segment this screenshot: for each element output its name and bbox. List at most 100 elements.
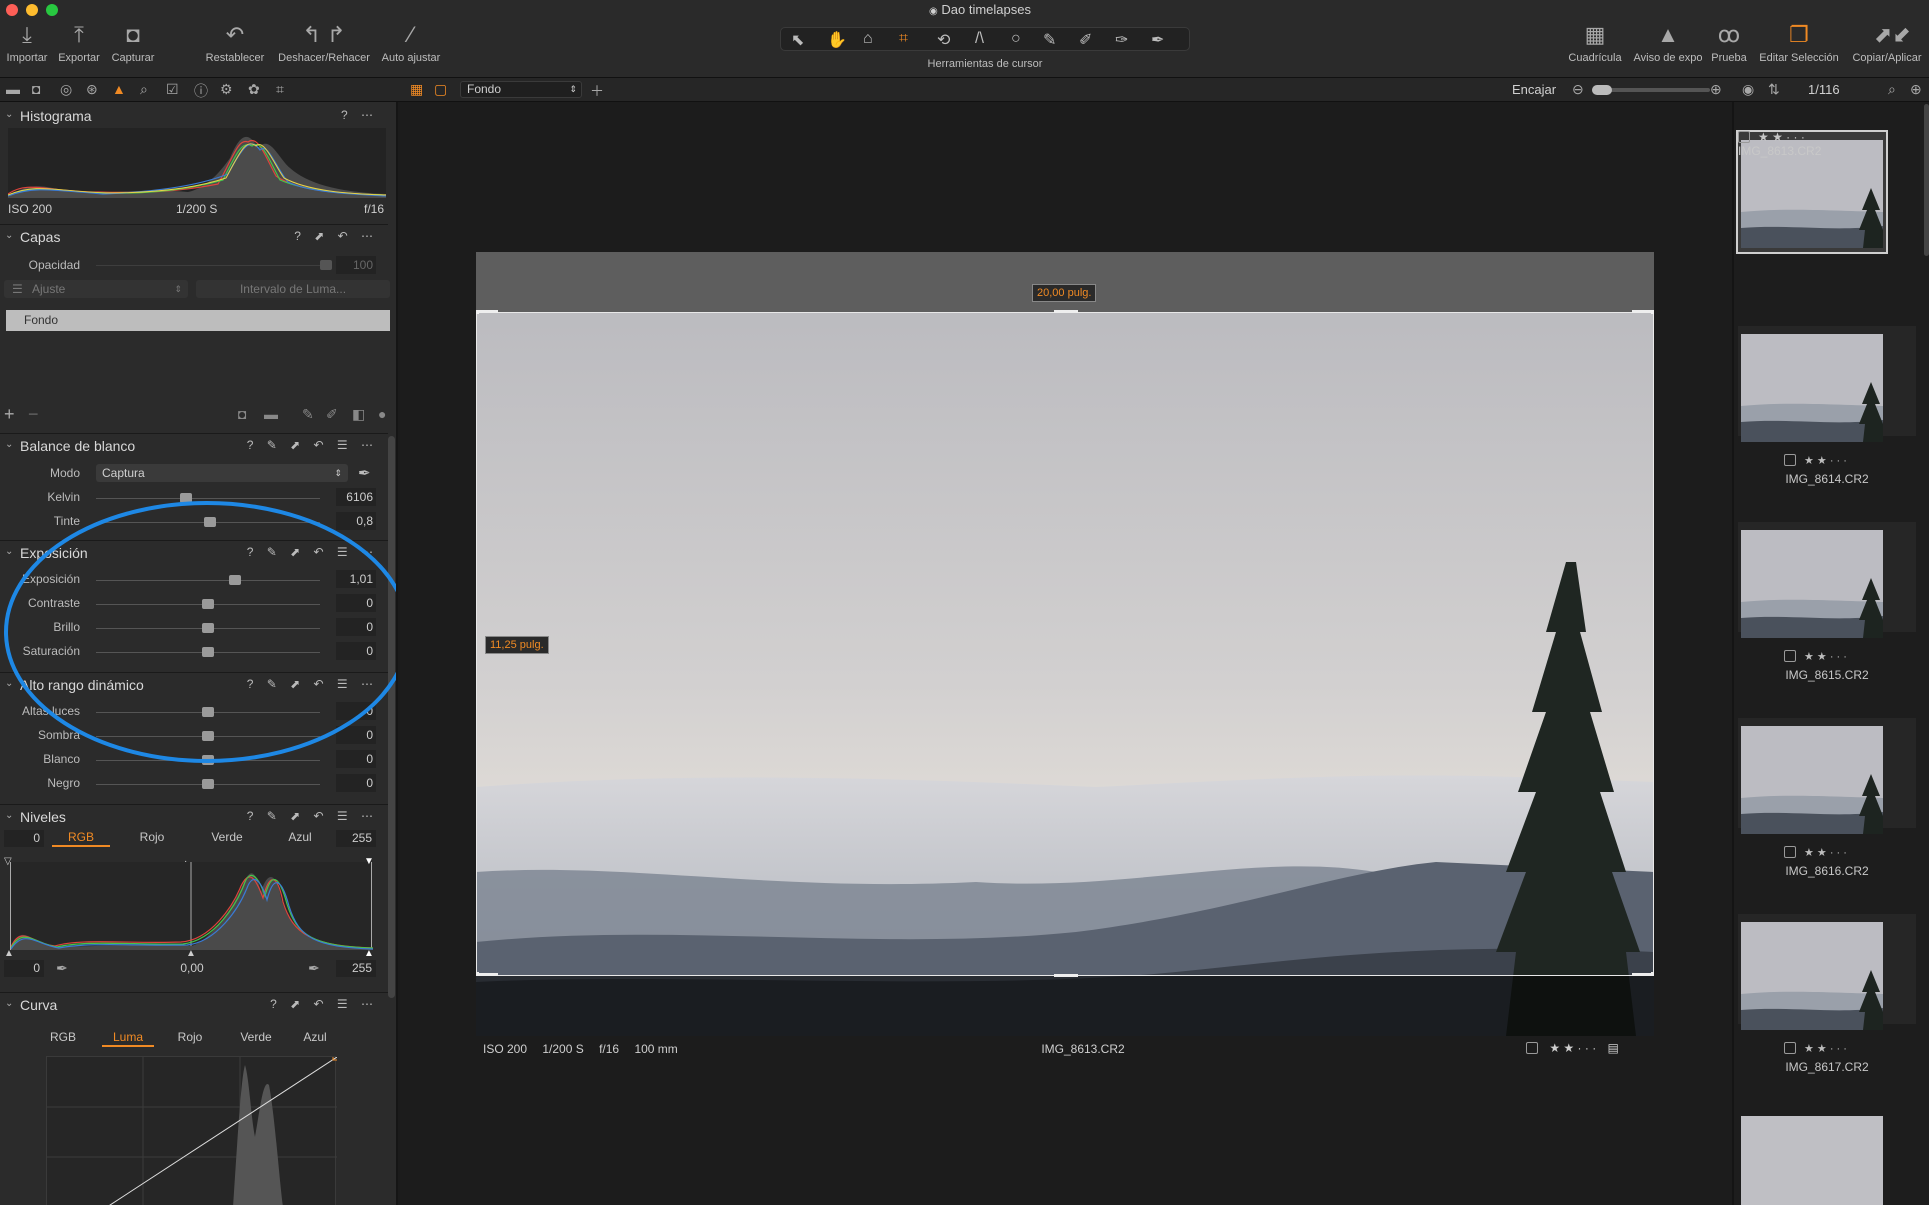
levels-midpoint[interactable]: 0,00 — [172, 960, 212, 977]
eraser-icon[interactable]: ✐ — [1079, 30, 1092, 50]
opacity-knob[interactable] — [320, 260, 332, 270]
thumbnail-rating[interactable]: ★ ★ · · · — [1784, 1042, 1847, 1055]
sort-icon[interactable]: ⇅ — [1768, 81, 1780, 98]
adjustments-tab-icon[interactable]: ☑ — [166, 81, 179, 98]
layer-gradient-icon[interactable]: ◧ — [352, 406, 365, 423]
levels-output-high[interactable]: 255 — [336, 960, 376, 977]
eye-icon[interactable]: ◉ — [1742, 81, 1754, 98]
levels-header[interactable]: ⌄ Niveles ? ✎ ⬈ ↶ ☰ ⋯ — [0, 804, 388, 828]
levels-input-low[interactable]: 0 — [4, 830, 44, 847]
gradient-icon[interactable]: ✑ — [1115, 30, 1128, 50]
thumbnail-item[interactable]: ★ ★ · · · IMG_8615.CR2 — [1738, 522, 1916, 682]
thumbnail-item[interactable]: ★ ★ · · · IMG_8616.CR2 — [1738, 718, 1916, 878]
add-layer-icon[interactable]: + — [4, 404, 15, 425]
levels-tab-rojo[interactable]: Rojo — [120, 830, 184, 844]
levels-out-high-handle[interactable]: ▲ — [364, 948, 374, 959]
import-button[interactable]: ⤓ Importar — [2, 22, 52, 64]
crop-handle-top-left[interactable] — [476, 310, 498, 314]
zoom-slider[interactable] — [1592, 85, 1710, 95]
crop-handle-top[interactable] — [1054, 310, 1078, 313]
rotate-icon[interactable]: ⟲ — [937, 30, 950, 50]
levels-output-low[interactable]: 0 — [4, 960, 44, 977]
edit-selection-button[interactable]: ❐ Editar Selección — [1754, 22, 1844, 64]
curve-header[interactable]: ⌄ Curva ? ⬈ ↶ ☰ ⋯ — [0, 992, 388, 1016]
copy-apply-button[interactable]: ⬈⬋ Copiar/Aplicar — [1848, 22, 1926, 64]
batch-tab-icon[interactable]: ✿ — [248, 81, 260, 98]
zoom-in-icon[interactable]: ⊕ — [1710, 81, 1722, 98]
thumbnail-checkbox[interactable] — [1738, 131, 1750, 143]
remove-layer-icon[interactable]: − — [28, 404, 39, 425]
thumbnail-rating[interactable]: ★ ★ · · · — [1784, 650, 1847, 663]
crop-tab-icon[interactable]: ⌗ — [276, 81, 284, 98]
levels-white-picker-icon[interactable]: ✒ — [308, 960, 320, 977]
browser-zoom-icon[interactable]: ⊕ — [1910, 81, 1922, 98]
levels-black-picker-icon[interactable]: ✒ — [56, 960, 68, 977]
levels-tab-azul[interactable]: Azul — [268, 830, 332, 844]
exposure-tab-icon[interactable]: ▲ — [112, 81, 126, 97]
reset-button[interactable]: ↶ Restablecer — [202, 22, 268, 64]
levels-high-handle[interactable]: ▼ — [364, 856, 374, 867]
layer-brush-icon[interactable]: ✎ — [302, 406, 314, 423]
close-window-button[interactable] — [6, 4, 18, 16]
metadata-tab-icon[interactable]: ⓘ — [194, 81, 208, 101]
adjust-select[interactable]: Ajuste ☰ ⇕ — [4, 280, 188, 298]
curve-tab-verde[interactable]: Verde — [226, 1030, 286, 1044]
thumbnail-rating[interactable]: ★ ★ · · · — [1784, 454, 1847, 467]
color-tag-icon[interactable]: ▤ — [1608, 1041, 1619, 1055]
image-viewer[interactable]: 20,00 pulg. 11,25 pulg. ISO 200 1/200 S … — [400, 102, 1732, 1205]
levels-tab-rgb[interactable]: RGB — [52, 830, 110, 847]
thumbnail-checkbox[interactable] — [1784, 1042, 1796, 1054]
browser-scrollbar[interactable] — [1924, 104, 1929, 256]
multi-view-icon[interactable]: ▦ — [410, 81, 423, 98]
variant-select[interactable]: Fondo ⇕ — [460, 81, 582, 98]
proof-button[interactable]: ꝏ Prueba — [1708, 22, 1750, 64]
capture-button[interactable]: ◘ Capturar — [106, 22, 160, 64]
wb-picker-icon[interactable]: ✒ — [358, 464, 371, 482]
select-arrow-icon[interactable]: ⬉ — [791, 30, 804, 50]
levels-actions[interactable]: ? ✎ ⬈ ↶ ☰ ⋯ — [247, 809, 378, 823]
curve-tab-luma[interactable]: Luma — [102, 1030, 154, 1047]
curve-tab-azul[interactable]: Azul — [292, 1030, 338, 1044]
viewer-rating[interactable]: ★ ★ · · · ▤ — [1526, 1041, 1619, 1055]
levels-out-mid-handle[interactable]: ▲ — [186, 948, 196, 959]
thumbnail-rating[interactable]: ★ ★ · · · — [1784, 846, 1847, 859]
add-variant-icon[interactable]: ＋ — [590, 81, 604, 101]
viewer-stars[interactable]: ★ ★ · · · — [1549, 1041, 1596, 1055]
thumbnail-stars[interactable]: ★ ★ · · · — [1758, 130, 1805, 144]
thumbnail-rating[interactable]: ★ ★ · · · — [1738, 130, 1916, 144]
thumbnail-item[interactable]: ★ ★ · · · IMG_8617.CR2 — [1738, 914, 1916, 1074]
thumbnail-checkbox[interactable] — [1784, 454, 1796, 466]
chevron-down-icon[interactable]: ⌄ — [5, 810, 13, 821]
layers-header[interactable]: ⌄ Capas ? ⬈ ↶ ⋯ — [0, 224, 388, 248]
grid-button[interactable]: ▦ Cuadrícula — [1564, 22, 1626, 64]
lens-tab-icon[interactable]: ◎ — [60, 81, 72, 98]
histogram-header[interactable]: ⌄ Histograma ? ⋯ — [0, 104, 388, 128]
layer-camera-icon[interactable]: ◘ — [238, 406, 246, 422]
levels-mid-handle[interactable]: · — [184, 856, 187, 867]
curve-graph[interactable] — [46, 1053, 340, 1205]
levels-input-high[interactable]: 255 — [336, 830, 376, 847]
single-view-icon[interactable]: ▢ — [434, 81, 447, 98]
crop-icon[interactable]: ⌗ — [899, 30, 908, 48]
zoom-out-icon[interactable]: ⊖ — [1572, 81, 1584, 98]
crop-handle-bottom-left[interactable] — [476, 972, 498, 976]
zoom-tool-icon[interactable]: ⌂ — [863, 30, 873, 48]
zoom-slider-knob[interactable] — [1592, 85, 1612, 95]
brush-icon[interactable]: ✎ — [1043, 30, 1056, 50]
white-balance-actions[interactable]: ? ✎ ⬈ ↶ ☰ ⋯ — [247, 438, 378, 452]
thumbnail-item[interactable]: ★ ★ · · · IMG_8614.CR2 — [1738, 326, 1916, 486]
thumbnail-partial[interactable] — [1738, 1112, 1916, 1205]
main-photo[interactable]: 20,00 pulg. 11,25 pulg. — [476, 252, 1654, 1036]
auto-adjust-button[interactable]: ⁄ Auto ajustar — [376, 22, 446, 64]
crop-handle-bottom[interactable] — [1054, 974, 1078, 977]
library-tab-icon[interactable]: ▬ — [6, 81, 20, 97]
chevron-down-icon[interactable]: ⌄ — [5, 230, 13, 241]
opacity-value[interactable]: 100 — [336, 256, 376, 274]
viewer-select-checkbox[interactable] — [1526, 1042, 1538, 1054]
layer-item-background[interactable]: Fondo — [6, 310, 390, 331]
curve-tab-rgb[interactable]: RGB — [40, 1030, 86, 1044]
undo-redo-button[interactable]: ↰ ↱ Deshacer/Rehacer — [274, 22, 374, 64]
levels-tab-verde[interactable]: Verde — [192, 830, 262, 844]
search-icon[interactable]: ⌕ — [1888, 81, 1896, 98]
curve-actions[interactable]: ? ⬈ ↶ ☰ ⋯ — [270, 997, 378, 1011]
